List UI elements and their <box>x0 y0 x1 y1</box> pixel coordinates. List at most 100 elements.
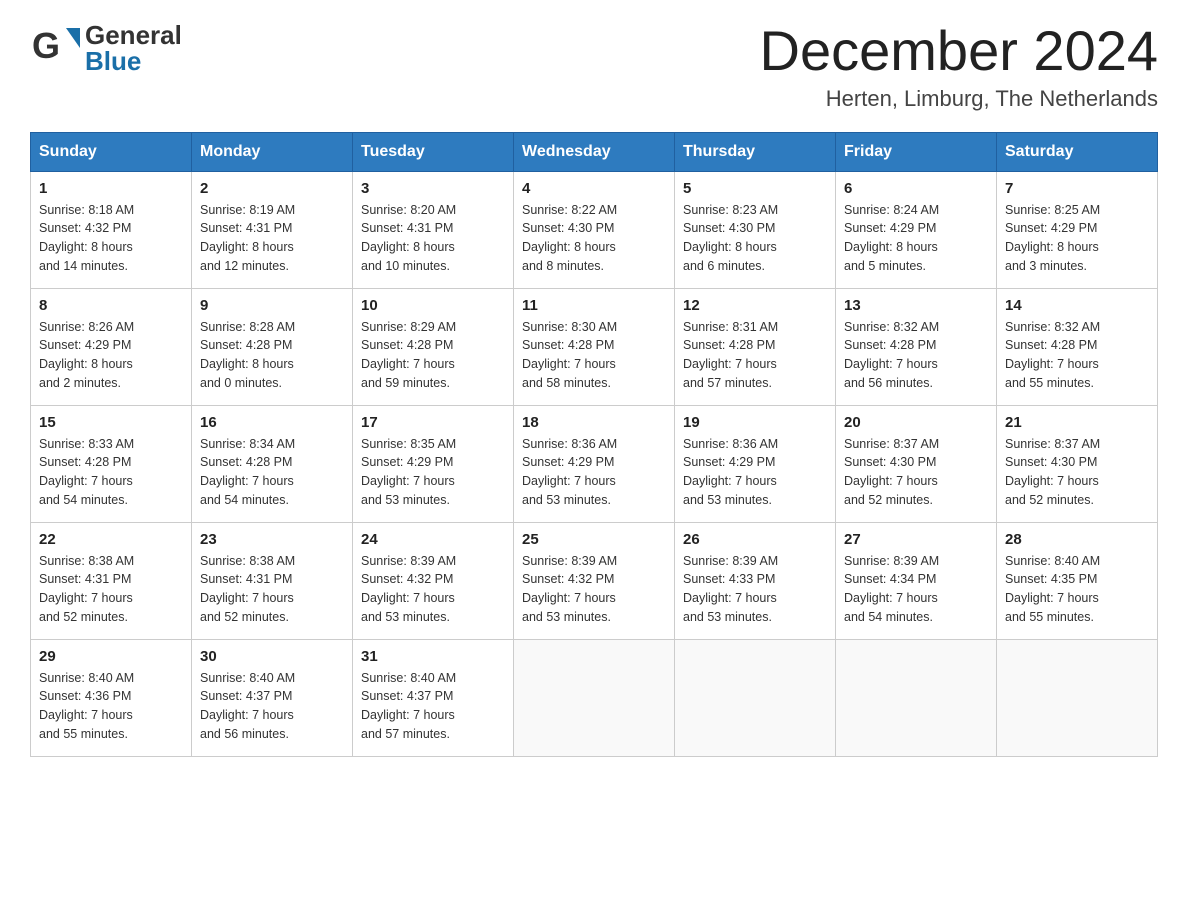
day-info: Sunrise: 8:38 AM Sunset: 4:31 PM Dayligh… <box>39 552 183 627</box>
day-info: Sunrise: 8:19 AM Sunset: 4:31 PM Dayligh… <box>200 201 344 276</box>
day-info: Sunrise: 8:22 AM Sunset: 4:30 PM Dayligh… <box>522 201 666 276</box>
calendar-cell: 13 Sunrise: 8:32 AM Sunset: 4:28 PM Dayl… <box>836 288 997 405</box>
day-number: 28 <box>1005 531 1149 548</box>
calendar-cell: 26 Sunrise: 8:39 AM Sunset: 4:33 PM Dayl… <box>675 522 836 639</box>
calendar-cell: 5 Sunrise: 8:23 AM Sunset: 4:30 PM Dayli… <box>675 171 836 288</box>
day-number: 22 <box>39 531 183 548</box>
day-info: Sunrise: 8:33 AM Sunset: 4:28 PM Dayligh… <box>39 435 183 510</box>
calendar-cell: 11 Sunrise: 8:30 AM Sunset: 4:28 PM Dayl… <box>514 288 675 405</box>
day-info: Sunrise: 8:18 AM Sunset: 4:32 PM Dayligh… <box>39 201 183 276</box>
day-number: 31 <box>361 648 505 665</box>
week-row-4: 22 Sunrise: 8:38 AM Sunset: 4:31 PM Dayl… <box>31 522 1158 639</box>
day-number: 8 <box>39 297 183 314</box>
day-number: 25 <box>522 531 666 548</box>
calendar-cell: 29 Sunrise: 8:40 AM Sunset: 4:36 PM Dayl… <box>31 639 192 756</box>
calendar-cell <box>836 639 997 756</box>
calendar-cell: 24 Sunrise: 8:39 AM Sunset: 4:32 PM Dayl… <box>353 522 514 639</box>
day-number: 12 <box>683 297 827 314</box>
weekday-header-row: SundayMondayTuesdayWednesdayThursdayFrid… <box>31 132 1158 171</box>
day-number: 20 <box>844 414 988 431</box>
day-number: 18 <box>522 414 666 431</box>
day-number: 7 <box>1005 180 1149 197</box>
day-number: 30 <box>200 648 344 665</box>
day-info: Sunrise: 8:38 AM Sunset: 4:31 PM Dayligh… <box>200 552 344 627</box>
weekday-header-tuesday: Tuesday <box>353 132 514 171</box>
day-info: Sunrise: 8:30 AM Sunset: 4:28 PM Dayligh… <box>522 318 666 393</box>
week-row-2: 8 Sunrise: 8:26 AM Sunset: 4:29 PM Dayli… <box>31 288 1158 405</box>
day-number: 3 <box>361 180 505 197</box>
calendar-cell: 30 Sunrise: 8:40 AM Sunset: 4:37 PM Dayl… <box>192 639 353 756</box>
calendar-cell: 22 Sunrise: 8:38 AM Sunset: 4:31 PM Dayl… <box>31 522 192 639</box>
calendar-cell: 2 Sunrise: 8:19 AM Sunset: 4:31 PM Dayli… <box>192 171 353 288</box>
day-info: Sunrise: 8:40 AM Sunset: 4:35 PM Dayligh… <box>1005 552 1149 627</box>
day-info: Sunrise: 8:32 AM Sunset: 4:28 PM Dayligh… <box>844 318 988 393</box>
day-info: Sunrise: 8:39 AM Sunset: 4:32 PM Dayligh… <box>361 552 505 627</box>
week-row-1: 1 Sunrise: 8:18 AM Sunset: 4:32 PM Dayli… <box>31 171 1158 288</box>
logo-icon: G <box>30 20 85 75</box>
day-info: Sunrise: 8:28 AM Sunset: 4:28 PM Dayligh… <box>200 318 344 393</box>
day-info: Sunrise: 8:39 AM Sunset: 4:32 PM Dayligh… <box>522 552 666 627</box>
day-info: Sunrise: 8:20 AM Sunset: 4:31 PM Dayligh… <box>361 201 505 276</box>
calendar-cell: 18 Sunrise: 8:36 AM Sunset: 4:29 PM Dayl… <box>514 405 675 522</box>
day-info: Sunrise: 8:39 AM Sunset: 4:33 PM Dayligh… <box>683 552 827 627</box>
logo: G General Blue <box>30 20 182 75</box>
location-title: Herten, Limburg, The Netherlands <box>760 86 1158 112</box>
calendar-cell <box>675 639 836 756</box>
day-info: Sunrise: 8:39 AM Sunset: 4:34 PM Dayligh… <box>844 552 988 627</box>
calendar-cell: 12 Sunrise: 8:31 AM Sunset: 4:28 PM Dayl… <box>675 288 836 405</box>
calendar-cell: 21 Sunrise: 8:37 AM Sunset: 4:30 PM Dayl… <box>997 405 1158 522</box>
day-info: Sunrise: 8:32 AM Sunset: 4:28 PM Dayligh… <box>1005 318 1149 393</box>
calendar-cell: 23 Sunrise: 8:38 AM Sunset: 4:31 PM Dayl… <box>192 522 353 639</box>
day-info: Sunrise: 8:29 AM Sunset: 4:28 PM Dayligh… <box>361 318 505 393</box>
week-row-5: 29 Sunrise: 8:40 AM Sunset: 4:36 PM Dayl… <box>31 639 1158 756</box>
logo-text-group: General Blue <box>85 22 182 74</box>
day-info: Sunrise: 8:36 AM Sunset: 4:29 PM Dayligh… <box>683 435 827 510</box>
weekday-header-saturday: Saturday <box>997 132 1158 171</box>
day-number: 9 <box>200 297 344 314</box>
weekday-header-monday: Monday <box>192 132 353 171</box>
logo-general: General <box>85 22 182 48</box>
day-info: Sunrise: 8:37 AM Sunset: 4:30 PM Dayligh… <box>1005 435 1149 510</box>
day-info: Sunrise: 8:40 AM Sunset: 4:37 PM Dayligh… <box>361 669 505 744</box>
day-number: 2 <box>200 180 344 197</box>
day-number: 17 <box>361 414 505 431</box>
page-header: G General Blue December 2024 Herten, Lim… <box>30 20 1158 112</box>
day-number: 1 <box>39 180 183 197</box>
day-number: 14 <box>1005 297 1149 314</box>
weekday-header-sunday: Sunday <box>31 132 192 171</box>
calendar-cell: 16 Sunrise: 8:34 AM Sunset: 4:28 PM Dayl… <box>192 405 353 522</box>
calendar-cell: 10 Sunrise: 8:29 AM Sunset: 4:28 PM Dayl… <box>353 288 514 405</box>
day-number: 5 <box>683 180 827 197</box>
day-info: Sunrise: 8:37 AM Sunset: 4:30 PM Dayligh… <box>844 435 988 510</box>
day-info: Sunrise: 8:24 AM Sunset: 4:29 PM Dayligh… <box>844 201 988 276</box>
month-title: December 2024 <box>760 20 1158 82</box>
day-number: 15 <box>39 414 183 431</box>
day-number: 13 <box>844 297 988 314</box>
day-number: 19 <box>683 414 827 431</box>
weekday-header-friday: Friday <box>836 132 997 171</box>
svg-text:G: G <box>32 25 60 66</box>
calendar-cell: 8 Sunrise: 8:26 AM Sunset: 4:29 PM Dayli… <box>31 288 192 405</box>
day-number: 26 <box>683 531 827 548</box>
calendar-cell: 31 Sunrise: 8:40 AM Sunset: 4:37 PM Dayl… <box>353 639 514 756</box>
calendar-cell: 19 Sunrise: 8:36 AM Sunset: 4:29 PM Dayl… <box>675 405 836 522</box>
day-info: Sunrise: 8:40 AM Sunset: 4:36 PM Dayligh… <box>39 669 183 744</box>
day-info: Sunrise: 8:40 AM Sunset: 4:37 PM Dayligh… <box>200 669 344 744</box>
calendar-cell: 20 Sunrise: 8:37 AM Sunset: 4:30 PM Dayl… <box>836 405 997 522</box>
calendar-cell: 17 Sunrise: 8:35 AM Sunset: 4:29 PM Dayl… <box>353 405 514 522</box>
day-number: 10 <box>361 297 505 314</box>
calendar-cell: 3 Sunrise: 8:20 AM Sunset: 4:31 PM Dayli… <box>353 171 514 288</box>
day-number: 6 <box>844 180 988 197</box>
day-info: Sunrise: 8:26 AM Sunset: 4:29 PM Dayligh… <box>39 318 183 393</box>
weekday-header-wednesday: Wednesday <box>514 132 675 171</box>
calendar-cell: 4 Sunrise: 8:22 AM Sunset: 4:30 PM Dayli… <box>514 171 675 288</box>
calendar-cell: 27 Sunrise: 8:39 AM Sunset: 4:34 PM Dayl… <box>836 522 997 639</box>
week-row-3: 15 Sunrise: 8:33 AM Sunset: 4:28 PM Dayl… <box>31 405 1158 522</box>
day-info: Sunrise: 8:23 AM Sunset: 4:30 PM Dayligh… <box>683 201 827 276</box>
day-number: 11 <box>522 297 666 314</box>
calendar-cell: 6 Sunrise: 8:24 AM Sunset: 4:29 PM Dayli… <box>836 171 997 288</box>
day-info: Sunrise: 8:34 AM Sunset: 4:28 PM Dayligh… <box>200 435 344 510</box>
calendar-cell: 7 Sunrise: 8:25 AM Sunset: 4:29 PM Dayli… <box>997 171 1158 288</box>
calendar-table: SundayMondayTuesdayWednesdayThursdayFrid… <box>30 132 1158 757</box>
day-number: 24 <box>361 531 505 548</box>
